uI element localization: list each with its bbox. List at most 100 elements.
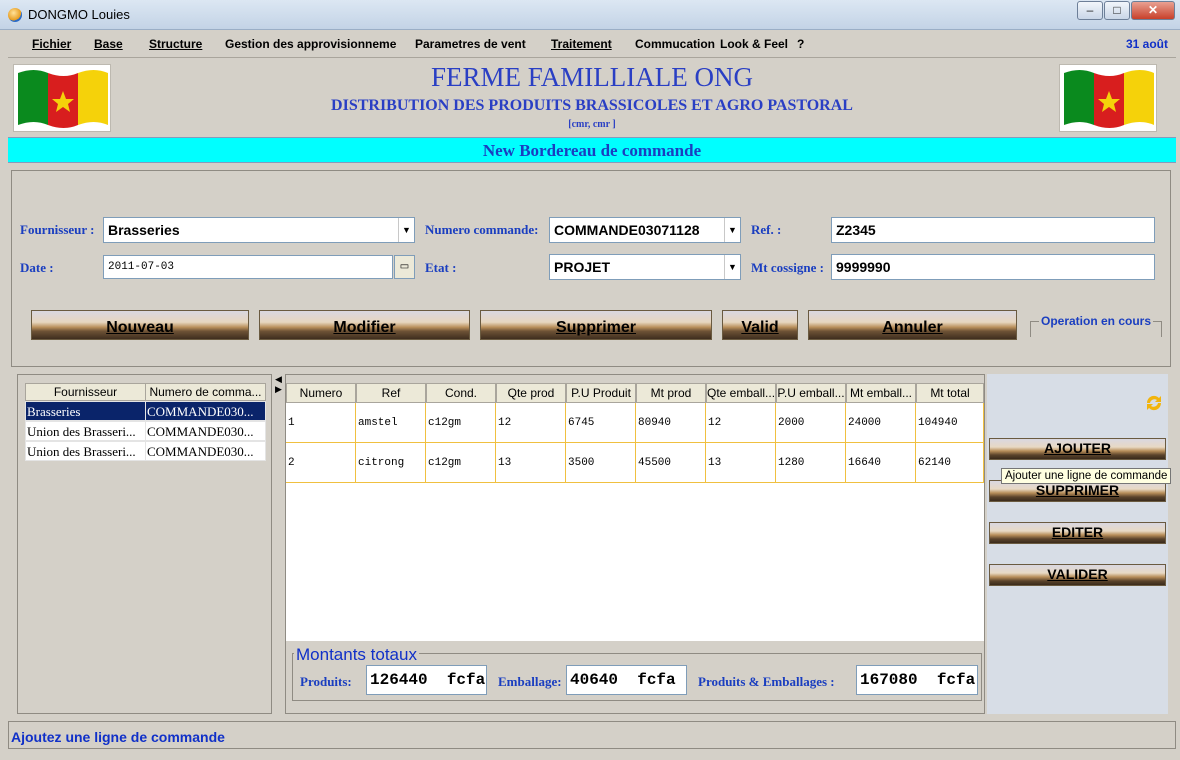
valid-button[interactable]: Valid [722, 310, 798, 340]
company-tagline: DISTRIBUTION DES PRODUITS BRASSICOLES ET… [331, 97, 853, 114]
table-cell[interactable]: 80940 [636, 403, 706, 443]
table-cell[interactable]: 13 [496, 443, 566, 483]
table-cell[interactable]: 12 [496, 403, 566, 443]
table-cell[interactable]: 24000 [846, 403, 916, 443]
mt-consigne-field[interactable]: 9999990 [831, 254, 1155, 280]
menu-help[interactable]: ? [797, 37, 804, 51]
table-cell[interactable]: 45500 [636, 443, 706, 483]
table-cell[interactable]: 62140 [916, 443, 984, 483]
column-header-pu-emball[interactable]: P.U emball... [776, 383, 846, 403]
numero-commande-select[interactable]: COMMANDE03071128 ▼ [549, 217, 741, 243]
collapse-right-icon[interactable]: ▶ [275, 384, 282, 395]
modifier-button[interactable]: Modifier [259, 310, 470, 340]
produits-emballages-total-label: Produits & Emballages : [698, 674, 835, 689]
list-item[interactable]: COMMANDE030... [145, 401, 266, 421]
column-header-mt-emball[interactable]: Mt emball... [846, 383, 916, 403]
close-button[interactable]: ✕ [1131, 1, 1175, 20]
numero-commande-label: Numero commande: [425, 222, 539, 237]
ref-field[interactable]: Z2345 [831, 217, 1155, 243]
cameroon-flag-right [1059, 64, 1157, 132]
fournisseur-label: Fournisseur : [20, 222, 95, 237]
column-header-mt-total[interactable]: Mt total [916, 383, 984, 403]
nouveau-button[interactable]: Nouveau [31, 310, 249, 340]
list-item[interactable]: Union des Brasseri... [25, 421, 146, 441]
menu-parametres-vente[interactable]: Parametres de vent [415, 37, 529, 51]
etat-select[interactable]: PROJET ▼ [549, 254, 741, 280]
line-actions-panel: AJOUTER SUPPRIMER EDITER VALIDER [987, 374, 1168, 714]
table-cell[interactable]: 1280 [776, 443, 846, 483]
column-header-qte-emball[interactable]: Qte emball... [706, 383, 776, 403]
title-bar: DONGMO Louies – □ ✕ [0, 0, 1180, 30]
calendar-icon[interactable]: ▭ [394, 255, 415, 279]
ajouter-tooltip: Ajouter une ligne de commande [1001, 468, 1172, 484]
column-header-fournisseur[interactable]: Fournisseur [25, 383, 146, 401]
editer-button[interactable]: EDITER [989, 522, 1166, 544]
ref-label: Ref. : [751, 222, 782, 237]
table-cell[interactable]: 13 [706, 443, 776, 483]
etat-value: PROJET [554, 259, 611, 275]
menu-look-feel[interactable]: Look & Feel [720, 37, 788, 51]
list-item[interactable]: COMMANDE030... [145, 441, 266, 461]
column-header-numero[interactable]: Numero de comma... [145, 383, 266, 401]
column-header-qte-prod[interactable]: Qte prod [496, 383, 566, 403]
table-cell[interactable]: 2 [286, 443, 356, 483]
operation-status-label: Operation en cours [1039, 314, 1154, 328]
form-title-banner: New Bordereau de commande [8, 137, 1176, 163]
menu-gestion-approvisionnement[interactable]: Gestion des approvisionneme [225, 37, 397, 51]
current-date: 31 août [1125, 37, 1168, 51]
numero-commande-value: COMMANDE03071128 [554, 222, 700, 238]
supprimer-button[interactable]: Supprimer [480, 310, 712, 340]
column-header-numero[interactable]: Numero [286, 383, 356, 403]
table-cell[interactable]: amstel [356, 403, 426, 443]
company-subtitle: [cmr, cmr ] [568, 119, 616, 130]
app-icon [8, 8, 22, 22]
refresh-icon[interactable] [1143, 392, 1165, 414]
order-form-panel: Fournisseur : Brasseries ▼ Numero comman… [11, 170, 1171, 367]
maximize-button[interactable]: □ [1104, 1, 1130, 20]
annuler-button[interactable]: Annuler [808, 310, 1017, 340]
split-pane-divider[interactable]: ◀ ▶ [274, 374, 284, 714]
order-list-panel: Fournisseur Numero de comma... Brasserie… [17, 374, 272, 714]
etat-label: Etat : [425, 260, 457, 275]
column-header-pu-produit[interactable]: P.U Produit [566, 383, 636, 403]
window-title: DONGMO Louies [28, 7, 130, 22]
column-header-ref[interactable]: Ref [356, 383, 426, 403]
table-cell[interactable]: 12 [706, 403, 776, 443]
ajouter-button[interactable]: AJOUTER [989, 438, 1166, 460]
menu-fichier[interactable]: Fichier [32, 37, 71, 51]
table-cell[interactable]: citrong [356, 443, 426, 483]
minimize-button[interactable]: – [1077, 1, 1103, 20]
status-message: Ajoutez une ligne de commande [11, 729, 225, 745]
totals-title: Montants totaux [294, 645, 419, 665]
list-item[interactable]: Brasseries [25, 401, 146, 421]
table-cell[interactable]: 16640 [846, 443, 916, 483]
produits-total-value: 126440 fcfa [366, 665, 487, 695]
menu-communication[interactable]: Commucation [635, 37, 715, 51]
table-cell[interactable]: 1 [286, 403, 356, 443]
table-cell[interactable]: 3500 [566, 443, 636, 483]
company-name: FERME FAMILLIALE ONG [431, 62, 753, 92]
chevron-down-icon[interactable]: ▼ [724, 218, 740, 242]
list-item[interactable]: COMMANDE030... [145, 421, 266, 441]
column-header-cond[interactable]: Cond. [426, 383, 496, 403]
fournisseur-select[interactable]: Brasseries ▼ [103, 217, 415, 243]
column-header-mt-prod[interactable]: Mt prod [636, 383, 706, 403]
emballage-total-label: Emballage: [498, 674, 562, 689]
mt-consigne-label: Mt cossigne : [751, 260, 824, 275]
table-cell[interactable]: 6745 [566, 403, 636, 443]
menu-structure[interactable]: Structure [149, 37, 202, 51]
valider-button[interactable]: VALIDER [989, 564, 1166, 586]
menu-traitement[interactable]: Traitement [551, 37, 612, 51]
table-cell[interactable]: c12gm [426, 443, 496, 483]
chevron-down-icon[interactable]: ▼ [724, 255, 740, 279]
table-cell[interactable]: 104940 [916, 403, 984, 443]
fournisseur-value: Brasseries [108, 222, 180, 238]
table-cell[interactable]: c12gm [426, 403, 496, 443]
date-field[interactable]: 2011-07-03 [103, 255, 393, 279]
produits-total-label: Produits: [300, 674, 352, 689]
chevron-down-icon[interactable]: ▼ [398, 218, 414, 242]
list-item[interactable]: Union des Brasseri... [25, 441, 146, 461]
menu-base[interactable]: Base [94, 37, 123, 51]
table-cell[interactable]: 2000 [776, 403, 846, 443]
company-header: FERME FAMILLIALE ONG DISTRIBUTION DES PR… [8, 60, 1176, 136]
